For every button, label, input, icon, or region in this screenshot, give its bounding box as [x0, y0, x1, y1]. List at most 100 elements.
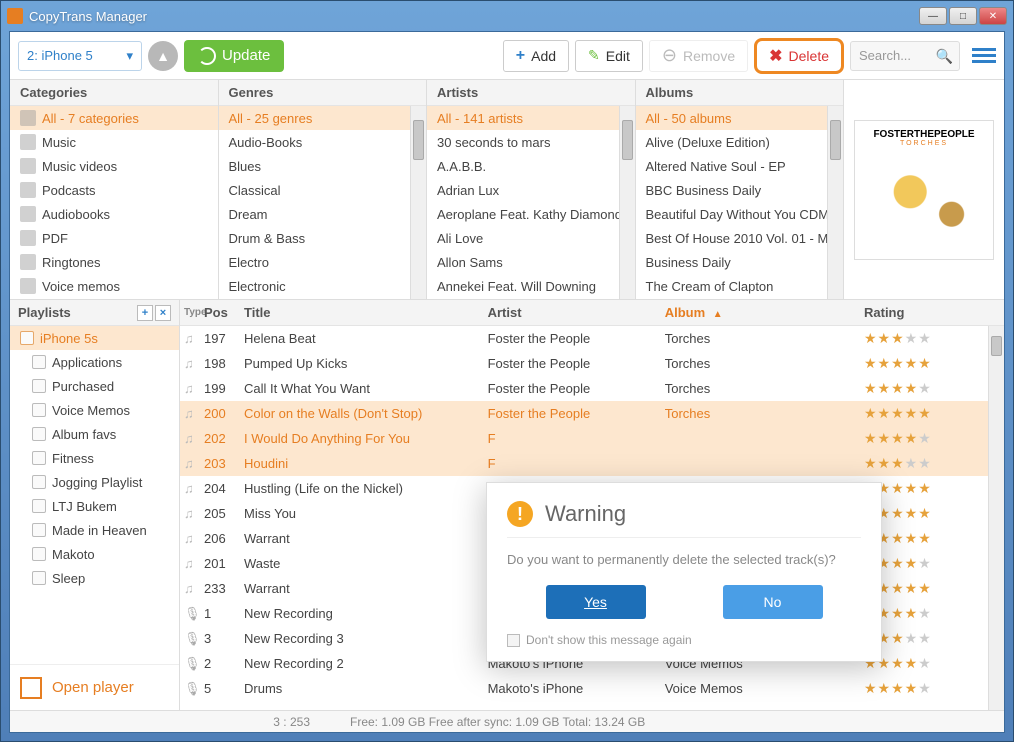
cell-rating: ★★★★★ — [864, 330, 1004, 347]
warning-icon: ! — [507, 501, 533, 527]
playlist-item[interactable]: Album favs — [10, 422, 179, 446]
list-item[interactable]: PDF — [10, 226, 218, 250]
dont-show-checkbox[interactable] — [507, 634, 520, 647]
albums-header: Albums — [636, 80, 844, 106]
list-item[interactable]: BBC Business Daily — [636, 178, 844, 202]
list-item[interactable]: Music — [10, 130, 218, 154]
cell-rating: ★★★★★ — [864, 605, 1004, 622]
category-icon — [20, 182, 36, 198]
list-item[interactable]: Audiobooks — [10, 202, 218, 226]
remove-playlist-button[interactable]: × — [155, 305, 171, 321]
list-item[interactable]: Classical — [219, 178, 427, 202]
playlist-item[interactable]: Voice Memos — [10, 398, 179, 422]
playlist-item[interactable]: LTJ Bukem — [10, 494, 179, 518]
cell-album: Voice Memos — [665, 681, 864, 696]
menu-button[interactable] — [972, 48, 996, 63]
list-item[interactable]: Best Of House 2010 Vol. 01 - Mixe... — [636, 226, 844, 250]
dialog-yes-button[interactable]: Yes — [546, 585, 646, 619]
close-button[interactable]: ✕ — [979, 7, 1007, 25]
list-item[interactable]: Music videos — [10, 154, 218, 178]
playlist-item[interactable]: Makoto — [10, 542, 179, 566]
add-button[interactable]: + Add — [503, 40, 569, 72]
list-item[interactable]: A.A.B.B. — [427, 154, 635, 178]
maximize-button[interactable]: □ — [949, 7, 977, 25]
list-item[interactable]: Blues — [219, 154, 427, 178]
col-rating[interactable]: Rating — [864, 305, 1004, 320]
artists-scrollbar[interactable] — [619, 106, 635, 299]
eject-button[interactable]: ▲ — [148, 41, 178, 71]
open-player-button[interactable]: Open player — [10, 664, 179, 710]
table-row[interactable]: ♫199Call It What You WantFoster the Peop… — [180, 376, 1004, 401]
cell-pos: 1 — [204, 606, 244, 621]
list-item[interactable]: 30 seconds to mars — [427, 130, 635, 154]
edit-button[interactable]: ✎ Edit — [575, 40, 643, 72]
list-item[interactable]: Altered Native Soul - EP — [636, 154, 844, 178]
list-item[interactable]: Ali Love — [427, 226, 635, 250]
list-item[interactable]: Electro — [219, 250, 427, 274]
list-item-label: Dream — [229, 207, 268, 222]
list-item[interactable]: Annekei Feat. Will Downing — [427, 274, 635, 298]
list-item[interactable]: Drum & Bass — [219, 226, 427, 250]
search-input[interactable]: Search... 🔍 — [850, 41, 960, 71]
category-icon — [20, 254, 36, 270]
list-item[interactable]: All - 141 artists — [427, 106, 635, 130]
playlist-icon — [32, 451, 46, 465]
list-item[interactable]: All - 50 albums — [636, 106, 844, 130]
list-item[interactable]: All - 25 genres — [219, 106, 427, 130]
list-item[interactable]: Ringtones — [10, 250, 218, 274]
col-album[interactable]: Album ▲ — [665, 305, 864, 320]
list-item[interactable]: The Cream of Clapton — [636, 274, 844, 298]
cell-artist: Makoto's iPhone — [488, 681, 665, 696]
col-title[interactable]: Title — [244, 305, 488, 320]
list-item-label: BBC Business Daily — [646, 183, 762, 198]
playlist-label: Sleep — [52, 571, 85, 586]
list-item[interactable]: All - 7 categories — [10, 106, 218, 130]
list-item[interactable]: Adrian Lux — [427, 178, 635, 202]
type-icon: ♫ — [180, 506, 204, 521]
table-row[interactable]: ♫202I Would Do Anything For YouF★★★★★ — [180, 426, 1004, 451]
table-row[interactable]: 🎙5DrumsMakoto's iPhoneVoice Memos★★★★★ — [180, 676, 1004, 701]
cell-pos: 202 — [204, 431, 244, 446]
list-item[interactable]: Aeroplane Feat. Kathy Diamond — [427, 202, 635, 226]
type-icon: ♫ — [180, 481, 204, 496]
albums-scrollbar[interactable] — [827, 106, 843, 299]
table-row[interactable]: ♫197Helena BeatFoster the PeopleTorches★… — [180, 326, 1004, 351]
list-item[interactable]: Business Daily — [636, 250, 844, 274]
playlist-label: Purchased — [52, 379, 114, 394]
dialog-no-button[interactable]: No — [723, 585, 823, 619]
list-item[interactable]: Podcasts — [10, 178, 218, 202]
list-item[interactable]: Allon Sams — [427, 250, 635, 274]
update-button[interactable]: Update — [184, 40, 284, 72]
cell-rating: ★★★★★ — [864, 430, 1004, 447]
playlist-item[interactable]: Fitness — [10, 446, 179, 470]
list-item[interactable]: Electronic — [219, 274, 427, 298]
list-item[interactable]: Alive (Deluxe Edition) — [636, 130, 844, 154]
col-artist[interactable]: Artist — [488, 305, 665, 320]
tracks-scrollbar[interactable] — [988, 326, 1004, 710]
edit-label: Edit — [606, 48, 630, 64]
playlist-item[interactable]: Applications — [10, 350, 179, 374]
col-type[interactable]: Type — [180, 307, 204, 318]
playlist-item[interactable]: Made in Heaven — [10, 518, 179, 542]
cell-title: I Would Do Anything For You — [244, 431, 488, 446]
playlist-item[interactable]: Purchased — [10, 374, 179, 398]
playlist-item[interactable]: Sleep — [10, 566, 179, 590]
add-playlist-button[interactable]: + — [137, 305, 153, 321]
playlist-item[interactable]: Jogging Playlist — [10, 470, 179, 494]
list-item[interactable]: Voice memos — [10, 274, 218, 298]
list-item[interactable]: Dream — [219, 202, 427, 226]
genres-scrollbar[interactable] — [410, 106, 426, 299]
type-icon: ♫ — [180, 356, 204, 371]
playlist-item[interactable]: iPhone 5s — [10, 326, 179, 350]
playlist-icon — [32, 403, 46, 417]
table-row[interactable]: ♫200Color on the Walls (Don't Stop)Foste… — [180, 401, 1004, 426]
minimize-button[interactable]: — — [919, 7, 947, 25]
delete-button[interactable]: ✖ Delete — [754, 38, 844, 74]
col-pos[interactable]: Pos — [204, 305, 244, 320]
table-row[interactable]: ♫198Pumped Up KicksFoster the PeopleTorc… — [180, 351, 1004, 376]
table-row[interactable]: ♫203HoudiniF★★★★★ — [180, 451, 1004, 476]
list-item-label: Annekei Feat. Will Downing — [437, 279, 596, 294]
list-item[interactable]: Audio-Books — [219, 130, 427, 154]
list-item[interactable]: Beautiful Day Without You CDM — [636, 202, 844, 226]
device-selector[interactable]: 2: iPhone 5 ▾ — [18, 41, 142, 71]
